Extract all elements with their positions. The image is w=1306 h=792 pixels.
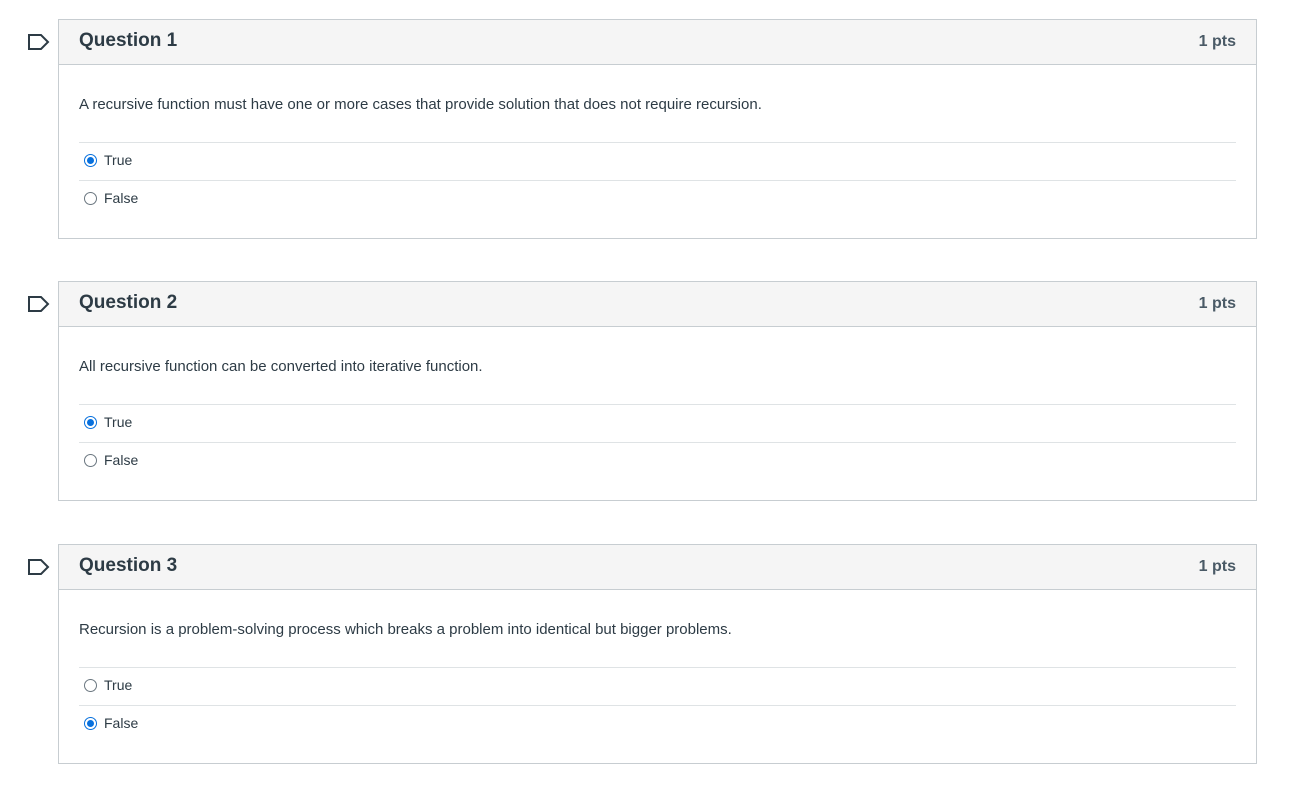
question-text: Recursion is a problem-solving process w… bbox=[79, 621, 732, 638]
flag-question-icon[interactable] bbox=[27, 33, 51, 51]
radio-button[interactable] bbox=[84, 679, 97, 692]
answer-option-true[interactable]: True bbox=[79, 667, 1236, 705]
question-points: 1 pts bbox=[1198, 558, 1236, 575]
answer-label: True bbox=[104, 152, 133, 168]
radio-button[interactable] bbox=[84, 192, 97, 205]
question-title: Question 1 bbox=[79, 30, 178, 51]
answer-label: True bbox=[104, 677, 133, 693]
answer-list: True False bbox=[79, 667, 1236, 743]
radio-button-selected[interactable] bbox=[84, 416, 97, 429]
question-title: Question 2 bbox=[79, 292, 178, 313]
question-2: Question 2 1 pts All recursive function … bbox=[0, 281, 1306, 501]
quiz-questions: Question 1 1 pts A recursive function mu… bbox=[0, 0, 1306, 792]
question-text: A recursive function must have one or mo… bbox=[79, 96, 762, 113]
question-text: All recursive function can be converted … bbox=[79, 358, 483, 375]
radio-button[interactable] bbox=[84, 454, 97, 467]
question-points: 1 pts bbox=[1198, 295, 1236, 312]
question-points: 1 pts bbox=[1198, 33, 1236, 50]
radio-button-selected[interactable] bbox=[84, 154, 97, 167]
flag-question-icon[interactable] bbox=[27, 295, 51, 313]
question-card: Question 3 1 pts Recursion is a problem-… bbox=[58, 544, 1257, 764]
answer-list: True False bbox=[79, 404, 1236, 480]
question-card: Question 1 1 pts A recursive function mu… bbox=[58, 19, 1257, 239]
question-title: Question 3 bbox=[79, 555, 178, 576]
answer-label: False bbox=[104, 190, 139, 206]
flag-question-icon[interactable] bbox=[27, 558, 51, 576]
question-1: Question 1 1 pts A recursive function mu… bbox=[0, 19, 1306, 239]
answer-label: True bbox=[104, 414, 133, 430]
answer-option-false[interactable]: False bbox=[79, 180, 1236, 218]
answer-option-true[interactable]: True bbox=[79, 404, 1236, 442]
question-header: Question 3 1 pts bbox=[59, 545, 1256, 590]
answer-label: False bbox=[104, 715, 139, 731]
answer-option-true[interactable]: True bbox=[79, 142, 1236, 180]
answer-option-false[interactable]: False bbox=[79, 705, 1236, 743]
question-3: Question 3 1 pts Recursion is a problem-… bbox=[0, 544, 1306, 764]
question-header: Question 2 1 pts bbox=[59, 282, 1256, 327]
question-card: Question 2 1 pts All recursive function … bbox=[58, 281, 1257, 501]
question-header: Question 1 1 pts bbox=[59, 20, 1256, 65]
radio-button-selected[interactable] bbox=[84, 717, 97, 730]
answer-option-false[interactable]: False bbox=[79, 442, 1236, 480]
answer-label: False bbox=[104, 452, 139, 468]
answer-list: True False bbox=[79, 142, 1236, 218]
